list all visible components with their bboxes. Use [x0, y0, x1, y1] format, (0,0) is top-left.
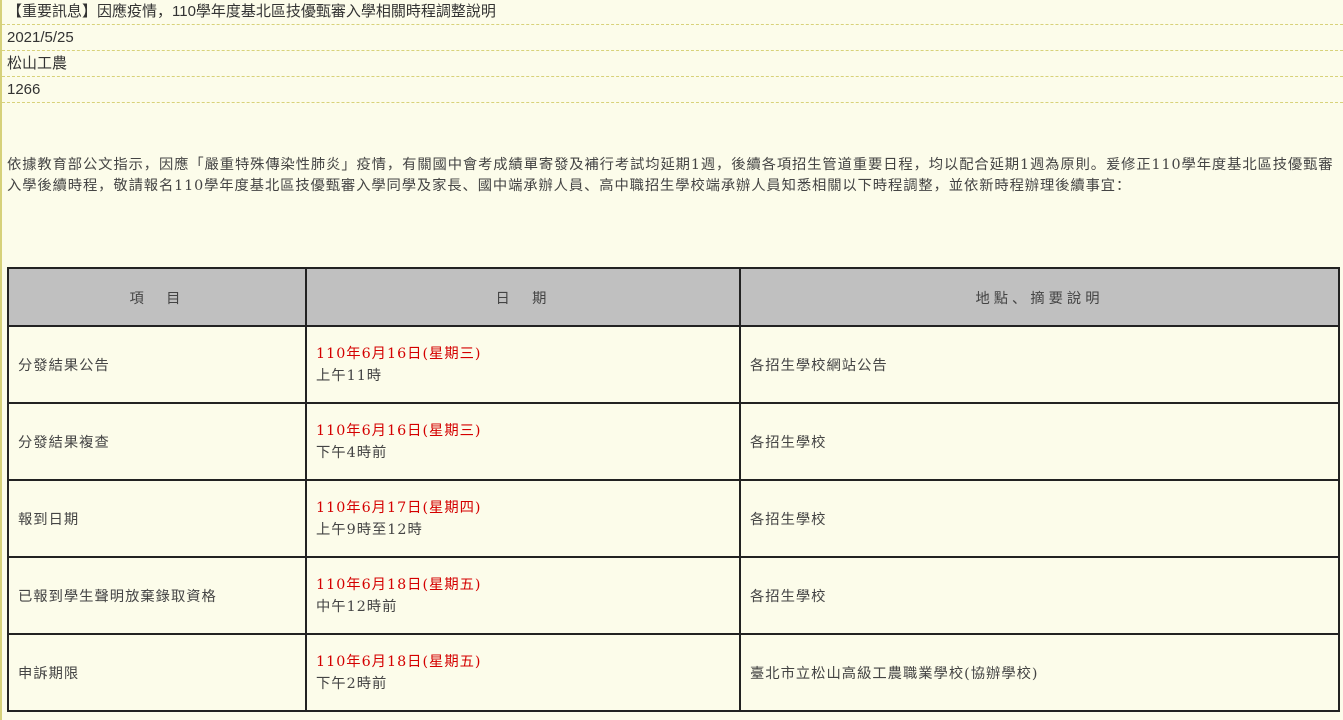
row-note: 各招生學校 [739, 479, 1340, 558]
row-note: 各招生學校 [739, 402, 1340, 481]
row-item: 申訴期限 [7, 633, 307, 712]
table-row: 分發結果公告 110年6月16日(星期三) 上午11時 各招生學校網站公告 [7, 325, 1340, 404]
row-item: 已報到學生聲明放棄錄取資格 [7, 556, 307, 635]
row-item: 報到日期 [7, 479, 307, 558]
announcement-publisher: 松山工農 [2, 51, 1343, 77]
table-row: 分發結果複查 110年6月16日(星期三) 下午4時前 各招生學校 [7, 402, 1340, 481]
header-note: 地點、摘要說明 [739, 267, 1340, 327]
table-header-row: 項 目 日 期 地點、摘要說明 [7, 267, 1340, 327]
table-row: 申訴期限 110年6月18日(星期五) 下午2時前 臺北市立松山高級工農職業學校… [7, 633, 1340, 712]
row-time: 上午11時 [316, 367, 383, 384]
row-date-cell: 110年6月16日(星期三) 上午11時 [305, 325, 741, 404]
row-date: 110年6月16日(星期三) [316, 345, 482, 362]
row-date: 110年6月16日(星期三) [316, 422, 482, 439]
row-time: 下午2時前 [316, 675, 388, 692]
row-note: 各招生學校 [739, 556, 1340, 635]
row-time: 上午9時至12時 [316, 521, 423, 538]
row-date-cell: 110年6月18日(星期五) 下午2時前 [305, 633, 741, 712]
row-date-cell: 110年6月18日(星期五) 中午12時前 [305, 556, 741, 635]
row-date: 110年6月18日(星期五) [316, 576, 482, 593]
announcement-views: 1266 [2, 77, 1343, 103]
table-row: 報到日期 110年6月17日(星期四) 上午9時至12時 各招生學校 [7, 479, 1340, 558]
row-note: 臺北市立松山高級工農職業學校(協辦學校) [739, 633, 1340, 712]
row-item: 分發結果複查 [7, 402, 307, 481]
row-time: 中午12時前 [316, 598, 398, 615]
announcement-date: 2021/5/25 [2, 25, 1343, 51]
announcement-page: 【重要訊息】因應疫情，110學年度基北區技優甄審入學相關時程調整說明 2021/… [0, 0, 1343, 720]
intro-paragraph: 依據教育部公文指示，因應「嚴重特殊傳染性肺炎」疫情，有關國中會考成績單寄發及補行… [7, 157, 1334, 194]
row-date-cell: 110年6月17日(星期四) 上午9時至12時 [305, 479, 741, 558]
header-item: 項 目 [7, 267, 307, 327]
row-item: 分發結果公告 [7, 325, 307, 404]
row-date: 110年6月17日(星期四) [316, 499, 482, 516]
table-row: 已報到學生聲明放棄錄取資格 110年6月18日(星期五) 中午12時前 各招生學… [7, 556, 1340, 635]
row-date-cell: 110年6月16日(星期三) 下午4時前 [305, 402, 741, 481]
header-date: 日 期 [305, 267, 741, 327]
row-time: 下午4時前 [316, 444, 388, 461]
row-date: 110年6月18日(星期五) [316, 653, 482, 670]
announcement-title: 【重要訊息】因應疫情，110學年度基北區技優甄審入學相關時程調整說明 [2, 0, 1343, 25]
schedule-table: 項 目 日 期 地點、摘要說明 分發結果公告 110年6月16日(星期三) 上午… [7, 267, 1340, 712]
row-note: 各招生學校網站公告 [739, 325, 1340, 404]
